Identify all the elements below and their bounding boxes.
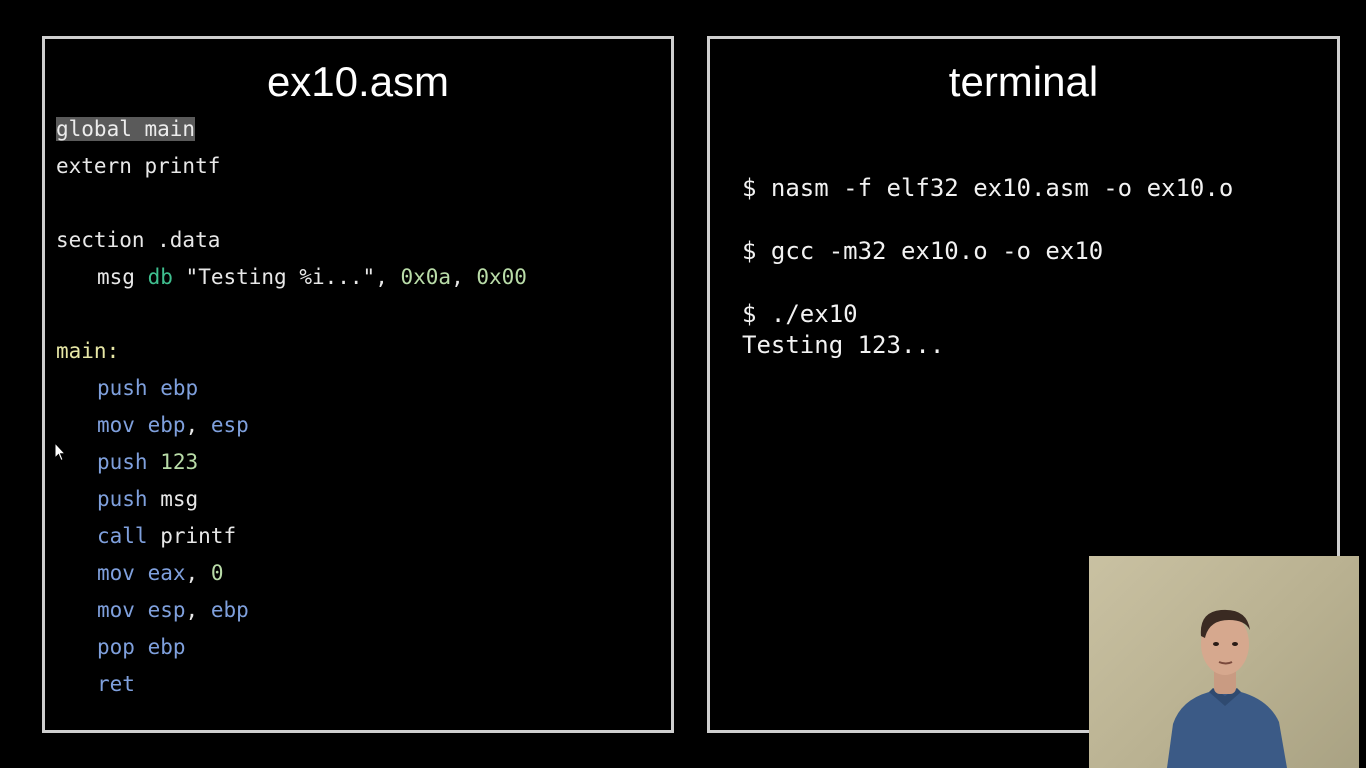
string-token: "Testing %i..." <box>185 265 376 289</box>
code-listing: global main extern printf section .data … <box>56 111 527 703</box>
register-token: esp <box>210 413 249 437</box>
code-line: push msg <box>56 481 527 518</box>
symbol-token: msg <box>160 487 199 511</box>
separator-token: , <box>451 265 477 289</box>
code-panel: ex10.asm global main extern printf secti… <box>42 36 674 733</box>
instruction-token: ret <box>97 672 135 696</box>
number-token: 0x0a <box>400 265 452 289</box>
code-line: msg db "Testing %i...", 0x0a, 0x00 <box>56 259 527 296</box>
presenter-webcam <box>1089 556 1359 768</box>
separator-token: , <box>185 561 211 585</box>
instruction-token: push <box>97 376 148 400</box>
code-line: mov eax, 0 <box>56 555 527 592</box>
terminal-command: $ ./ex10 <box>742 300 858 328</box>
selected-text: global main <box>56 117 196 141</box>
code-line: main: <box>56 333 527 370</box>
separator-token: , <box>375 265 401 289</box>
register-token: eax <box>147 561 186 585</box>
terminal-program-output: Testing 123... <box>742 331 945 359</box>
directive-token: db <box>147 265 173 289</box>
register-token: ebp <box>210 598 249 622</box>
register-token: ebp <box>147 635 186 659</box>
code-line: extern printf <box>56 148 527 185</box>
instruction-token: push <box>97 487 148 511</box>
instruction-token: mov <box>97 598 135 622</box>
number-token: 0x00 <box>476 265 527 289</box>
instruction-token: mov <box>97 413 135 437</box>
data-name-token: msg <box>97 265 135 289</box>
code-panel-title: ex10.asm <box>266 58 450 105</box>
terminal-output: $ nasm -f elf32 ex10.asm -o ex10.o $ gcc… <box>742 173 1233 361</box>
separator-token: , <box>185 413 211 437</box>
mouse-pointer-icon <box>54 442 66 462</box>
terminal-gap <box>742 204 1233 236</box>
code-text: section .data <box>56 228 221 252</box>
number-token: 123 <box>160 450 199 474</box>
instruction-token: push <box>97 450 148 474</box>
register-token: ebp <box>147 413 186 437</box>
slide: ex10.asm global main extern printf secti… <box>0 0 1366 768</box>
terminal-panel-title: terminal <box>948 58 1099 105</box>
label-token: main: <box>56 339 120 363</box>
terminal-command: $ gcc -m32 ex10.o -o ex10 <box>742 237 1104 265</box>
code-line: ret <box>56 666 527 703</box>
code-line: pop ebp <box>56 629 527 666</box>
code-line: push ebp <box>56 370 527 407</box>
terminal-command: $ nasm -f elf32 ex10.asm -o ex10.o <box>742 174 1234 202</box>
instruction-token: pop <box>97 635 135 659</box>
code-text: extern printf <box>56 154 221 178</box>
code-line: call printf <box>56 518 527 555</box>
register-token: ebp <box>160 376 199 400</box>
code-line: push 123 <box>56 444 527 481</box>
instruction-token: call <box>97 524 148 548</box>
instruction-token: mov <box>97 561 135 585</box>
symbol-token: printf <box>160 524 237 548</box>
number-token: 0 <box>210 561 224 585</box>
code-line: mov ebp, esp <box>56 407 527 444</box>
separator-token: , <box>185 598 211 622</box>
code-line: section .data <box>56 222 527 259</box>
register-token: esp <box>147 598 186 622</box>
code-line: global main <box>56 111 527 148</box>
code-line: mov esp, ebp <box>56 592 527 629</box>
terminal-gap <box>742 267 1233 299</box>
presenter-figure <box>1167 609 1287 768</box>
